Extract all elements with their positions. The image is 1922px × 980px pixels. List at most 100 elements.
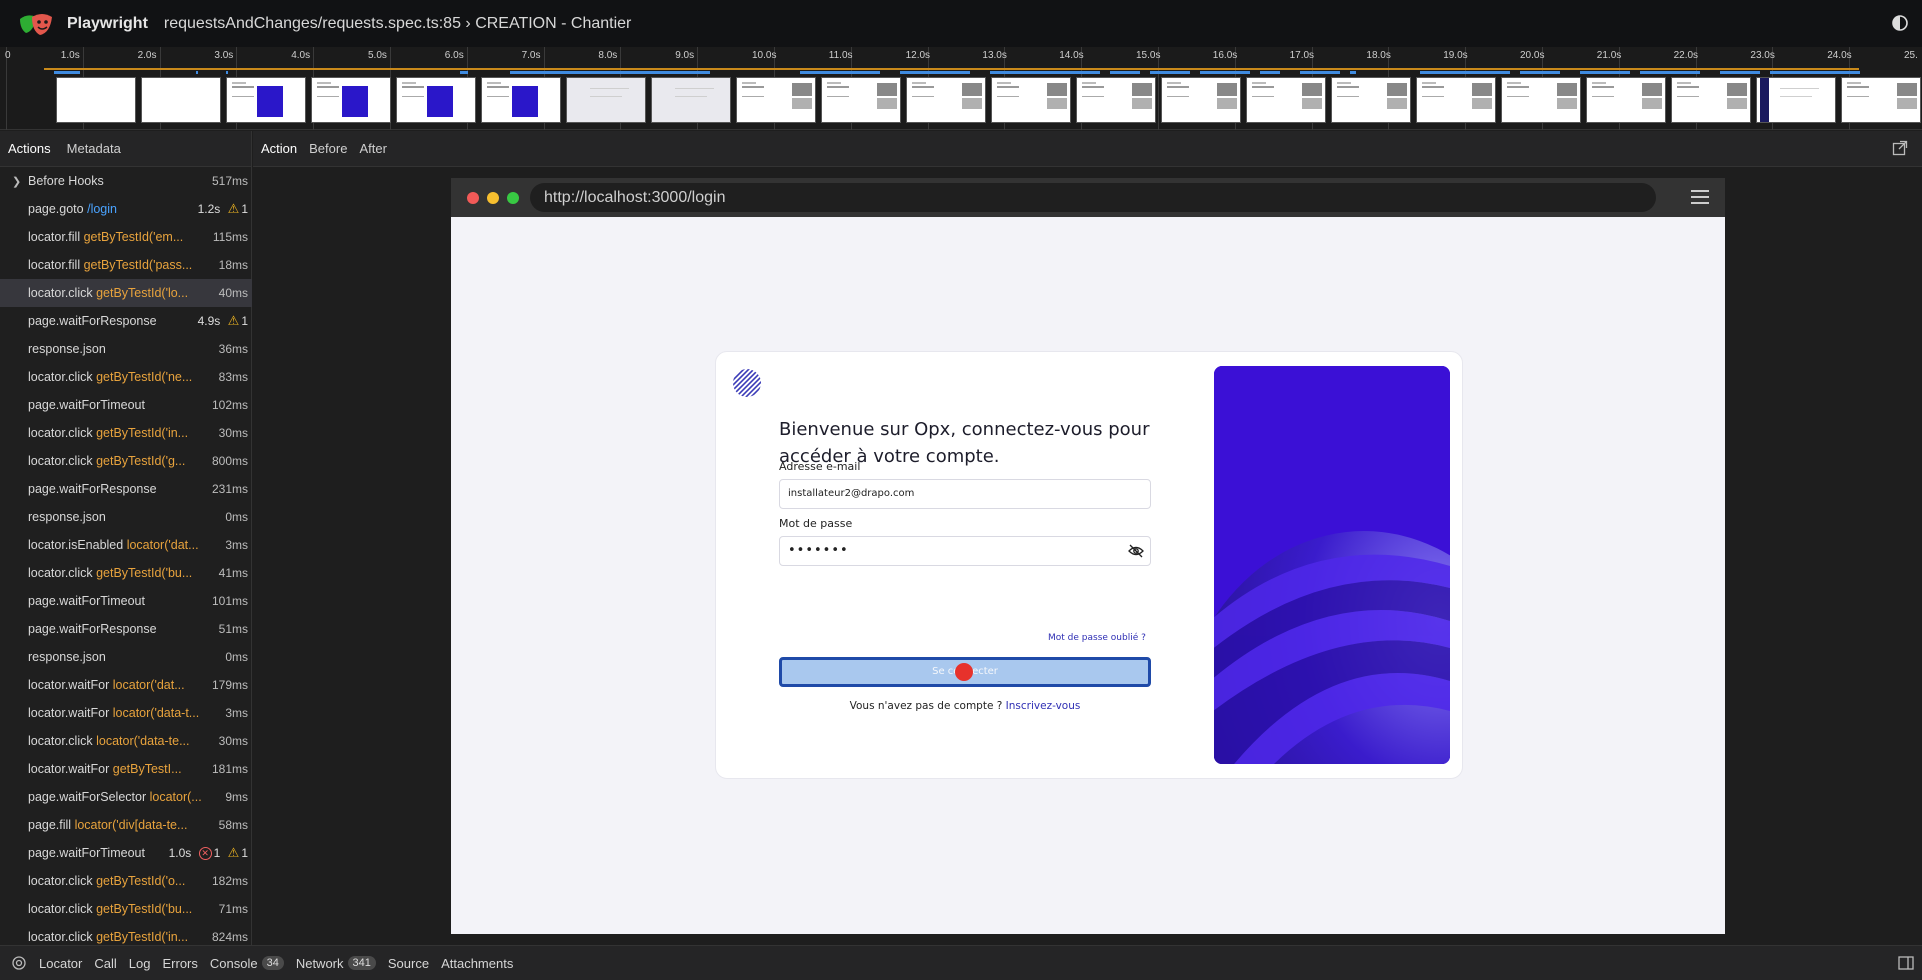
- timeline-network-bar: [990, 71, 1100, 74]
- filmstrip-thumbnail[interactable]: [991, 77, 1071, 123]
- action-duration: 115ms: [212, 230, 248, 244]
- filmstrip-thumbnail[interactable]: [1161, 77, 1241, 123]
- tab-log[interactable]: Log: [129, 956, 151, 971]
- filmstrip-thumbnail[interactable]: [1246, 77, 1326, 123]
- action-row[interactable]: response.json 0ms: [0, 503, 252, 531]
- tab-actions[interactable]: Actions: [0, 131, 59, 167]
- timeline-tick-label: 20.0s: [1520, 50, 1545, 61]
- action-row[interactable]: locator.click getByTestId('ne... 83ms: [0, 363, 252, 391]
- filmstrip-thumbnail[interactable]: [566, 77, 646, 123]
- action-row[interactable]: response.json 0ms: [0, 643, 252, 671]
- hide-password-icon[interactable]: [1128, 544, 1144, 558]
- test-title: requestsAndChanges/requests.spec.ts:85 ›…: [163, 14, 632, 32]
- filmstrip-thumbnail[interactable]: [311, 77, 391, 123]
- filmstrip-thumbnail[interactable]: [226, 77, 306, 123]
- action-row[interactable]: response.json 36ms: [0, 335, 252, 363]
- filmstrip-thumbnail[interactable]: [141, 77, 221, 123]
- action-row[interactable]: page.waitForTimeout 1.0s ✕ 1 ⚠ 1: [0, 839, 252, 867]
- filmstrip-thumbnail[interactable]: [396, 77, 476, 123]
- action-name: response.json: [28, 510, 106, 524]
- filmstrip-thumbnail[interactable]: [1501, 77, 1581, 123]
- action-row[interactable]: locator.fill getByTestId('em... 115ms: [0, 223, 252, 251]
- action-selector: getByTestId('in...: [96, 930, 189, 944]
- action-row[interactable]: locator.click getByTestId('bu... 41ms: [0, 559, 252, 587]
- filmstrip-thumbnail[interactable]: [481, 77, 561, 123]
- filmstrip-thumbnail[interactable]: [1586, 77, 1666, 123]
- action-row[interactable]: locator.click getByTestId('o... 182ms: [0, 867, 252, 895]
- menu-icon[interactable]: [1691, 190, 1709, 204]
- action-row[interactable]: locator.fill getByTestId('pass... 18ms: [0, 251, 252, 279]
- filmstrip-thumbnail[interactable]: [651, 77, 731, 123]
- actions-list: ❯ Before Hooks 517ms page.goto /login 1.2s ⚠…: [0, 167, 252, 951]
- action-row[interactable]: page.waitForResponse 231ms: [0, 475, 252, 503]
- action-row[interactable]: ❯ Before Hooks 517ms: [0, 167, 252, 195]
- action-row[interactable]: page.waitForSelector locator(... 9ms: [0, 783, 252, 811]
- signup-link[interactable]: Inscrivez-vous: [1006, 700, 1081, 712]
- tab-attachments[interactable]: Attachments: [441, 956, 513, 971]
- tab-locator[interactable]: Locator: [39, 956, 82, 971]
- action-row[interactable]: locator.waitFor getByTestI... 181ms: [0, 755, 252, 783]
- filmstrip-thumbnail[interactable]: [1671, 77, 1751, 123]
- action-name: locator.waitFor locator('dat...: [28, 678, 185, 692]
- action-name: page.goto /login: [28, 202, 117, 216]
- action-selector: getByTestId('g...: [96, 454, 186, 468]
- tab-action[interactable]: Action: [255, 131, 303, 167]
- filmstrip-thumbnail[interactable]: [736, 77, 816, 123]
- open-external-icon[interactable]: [1892, 140, 1908, 156]
- filmstrip-thumbnail[interactable]: [56, 77, 136, 123]
- filmstrip-thumbnail[interactable]: [1416, 77, 1496, 123]
- tab-console[interactable]: Console 34: [210, 956, 284, 971]
- timeline-tick-label: 21.0s: [1596, 50, 1622, 61]
- tab-log-label: Log: [128, 955, 151, 971]
- filmstrip-thumbnail[interactable]: [1076, 77, 1156, 123]
- action-duration: 800ms: [211, 454, 248, 468]
- filmstrip-thumbnail[interactable]: [1756, 77, 1836, 123]
- action-row[interactable]: page.waitForTimeout 101ms: [0, 587, 252, 615]
- opx-logo-icon: [733, 369, 761, 397]
- sidebar-toggle-icon[interactable]: [1898, 956, 1914, 970]
- action-row[interactable]: page.waitForResponse 4.9s ⚠ 1: [0, 307, 252, 335]
- action-row[interactable]: page.waitForTimeout 102ms: [0, 391, 252, 419]
- email-field[interactable]: installateur2@drapo.com: [779, 479, 1151, 509]
- action-row[interactable]: page.waitForResponse 51ms: [0, 615, 252, 643]
- playwright-masks-icon: [20, 13, 52, 35]
- chevron-right-icon[interactable]: ❯: [12, 175, 21, 188]
- tab-call[interactable]: Call: [94, 956, 116, 971]
- timeline-tick-label: 4.0s: [291, 50, 311, 61]
- timeline-network-bar: [1640, 71, 1700, 74]
- action-row[interactable]: page.fill locator('div[data-te... 58ms: [0, 811, 252, 839]
- action-row[interactable]: locator.waitFor locator('data-t... 3ms: [0, 699, 252, 727]
- action-row[interactable]: locator.isEnabled locator('dat... 3ms: [0, 531, 252, 559]
- action-row[interactable]: locator.click getByTestId('bu... 71ms: [0, 895, 252, 923]
- action-name: response.json: [28, 342, 106, 356]
- action-duration: 30ms: [218, 426, 248, 440]
- tab-errors[interactable]: Errors: [162, 956, 197, 971]
- action-row[interactable]: locator.click getByTestId('g... 800ms: [0, 447, 252, 475]
- password-field[interactable]: •••••••: [779, 536, 1151, 566]
- filmstrip-thumbnail[interactable]: [906, 77, 986, 123]
- action-row[interactable]: locator.click locator('data-te... 30ms: [0, 727, 252, 755]
- timeline[interactable]: 0 1.0s 2.0s 3.0s 4.0s 5.0s 6.0s 7.0s 8.0s 9.0s 10.…: [0, 47, 1922, 130]
- contrast-icon[interactable]: [1890, 13, 1910, 33]
- action-duration: 231ms: [211, 482, 248, 496]
- tab-metadata[interactable]: Metadata: [59, 131, 129, 167]
- tab-after[interactable]: After: [353, 131, 392, 167]
- forgot-password-link[interactable]: Mot de passe oublié ?: [1048, 633, 1146, 643]
- filmstrip-thumbnail[interactable]: [821, 77, 901, 123]
- tab-source[interactable]: Source: [388, 956, 429, 971]
- tab-network[interactable]: Network 341: [296, 956, 376, 971]
- timeline-network-bar: [196, 71, 198, 74]
- filmstrip-thumbnail[interactable]: [1841, 77, 1921, 123]
- action-row[interactable]: locator.click getByTestId('lo... 40ms: [0, 279, 252, 307]
- tab-before[interactable]: Before: [303, 131, 353, 167]
- action-row[interactable]: page.goto /login 1.2s ⚠ 1: [0, 195, 252, 223]
- pick-locator-icon[interactable]: [11, 955, 27, 971]
- url-bar[interactable]: http://localhost:3000/login: [530, 183, 1656, 212]
- action-row[interactable]: locator.waitFor locator('dat... 179ms: [0, 671, 252, 699]
- password-label: Mot de passe: [779, 517, 853, 530]
- timeline-network-bar: [510, 71, 710, 74]
- action-row[interactable]: locator.click getByTestId('in... 30ms: [0, 419, 252, 447]
- warning-icon: ⚠: [227, 313, 240, 328]
- filmstrip-thumbnail[interactable]: [1331, 77, 1411, 123]
- app-title: Playwright: [67, 14, 148, 32]
